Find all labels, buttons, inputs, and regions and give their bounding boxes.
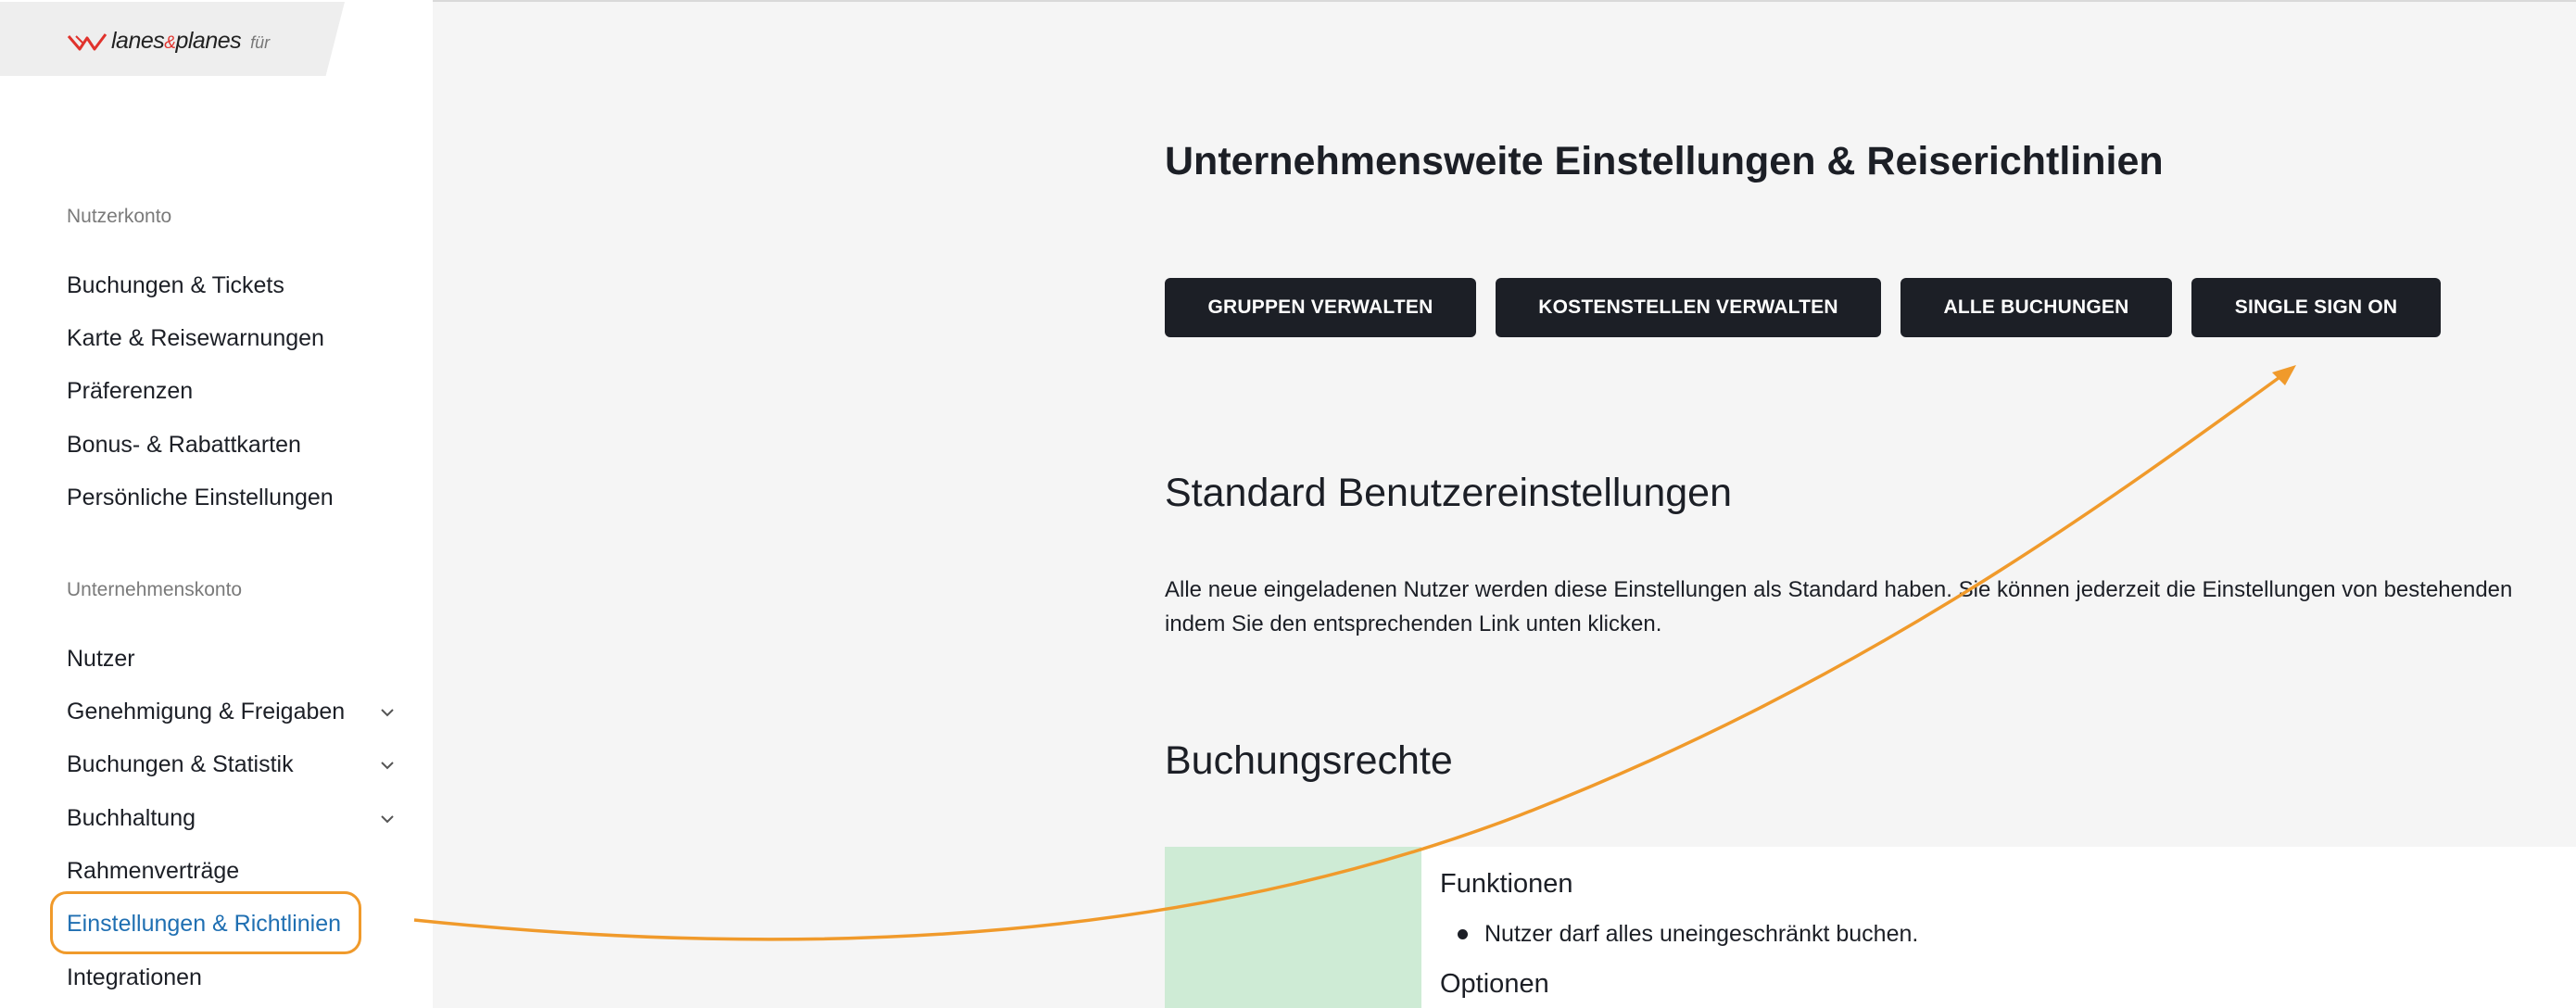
single-sign-on-button[interactable]: SINGLE SIGN ON (2191, 278, 2441, 337)
standard-settings-heading: Standard Benutzereinstellungen (1165, 471, 1732, 515)
sidebar: lanes&planes für Nutzerkonto Buchungen &… (0, 0, 433, 1008)
chevron-down-icon[interactable] (378, 703, 397, 722)
function-item-text: Nutzer darf alles uneingeschränkt buchen… (1484, 921, 1919, 947)
sidebar-item-integrationen[interactable]: Integrationen (67, 964, 400, 991)
booking-rights-heading: Buchungsrechte (1165, 738, 1453, 783)
sidebar-item-buchungen-tickets[interactable]: Buchungen & Tickets (67, 272, 400, 299)
sidebar-item-buchhaltung[interactable]: Buchhaltung (67, 805, 400, 832)
arrowhead-icon (2272, 365, 2296, 385)
brand-suffix: für (250, 33, 271, 52)
function-list-item: Nutzer darf alles uneingeschränkt buchen… (1458, 921, 1918, 948)
sidebar-item-genehmigung-freigaben[interactable]: Genehmigung & Freigaben (67, 699, 400, 725)
sidebar-item-label: Buchungen & Statistik (67, 751, 294, 777)
gruppen-verwalten-button[interactable]: GRUPPEN VERWALTEN (1165, 278, 1476, 337)
sidebar-item-label: Bonus- & Rabattkarten (67, 432, 301, 458)
sidebar-item-bonus-rabattkarten[interactable]: Bonus- & Rabattkarten (67, 432, 400, 459)
sidebar-item-label: Nutzer (67, 646, 135, 672)
bullet-icon (1458, 929, 1468, 939)
section-label-unternehmenskonto: Unternehmenskonto (67, 579, 243, 600)
functions-heading: Funktionen (1440, 869, 1573, 899)
description-line: indem Sie den entsprechenden Link unten … (1165, 611, 1662, 636)
sidebar-item-nutzer[interactable]: Nutzer (67, 646, 400, 673)
sidebar-item-label: Karte & Reisewarnungen (67, 325, 324, 351)
sidebar-item-label: Genehmigung & Freigaben (67, 699, 346, 724)
standard-settings-description: Alle neue eingeladenen Nutzer werden die… (1165, 573, 2576, 641)
logo-area[interactable]: lanes&planes für (0, 2, 345, 76)
options-heading: Optionen (1440, 969, 1549, 999)
booking-rights-card[interactable]: Funktionen Nutzer darf alles uneingeschr… (1165, 847, 2576, 1008)
sidebar-item-karte-reisewarnungen[interactable]: Karte & Reisewarnungen (67, 325, 400, 352)
sidebar-item-persoenliche-einstellungen[interactable]: Persönliche Einstellungen (67, 485, 400, 511)
chevron-down-icon[interactable] (378, 810, 397, 828)
sidebar-item-label: Präferenzen (67, 378, 194, 404)
sidebar-item-label: Integrationen (67, 964, 202, 990)
chevron-down-icon[interactable] (378, 756, 397, 775)
sidebar-item-rahmenvertraege[interactable]: Rahmenverträge (67, 858, 400, 885)
sidebar-item-label: Einstellungen & Richtlinien (67, 911, 342, 937)
sidebar-item-einstellungen-richtlinien[interactable]: Einstellungen & Richtlinien (67, 911, 400, 938)
sidebar-item-label: Buchungen & Tickets (67, 272, 284, 298)
card-color-strip (1165, 847, 1421, 1008)
kostenstellen-verwalten-button[interactable]: KOSTENSTELLEN VERWALTEN (1496, 278, 1881, 337)
description-line: Alle neue eingeladenen Nutzer werden die… (1165, 577, 2513, 602)
section-label-nutzerkonto: Nutzerkonto (67, 206, 172, 227)
sidebar-item-buchungen-statistik[interactable]: Buchungen & Statistik (67, 751, 400, 778)
sidebar-item-label: Persönliche Einstellungen (67, 485, 334, 510)
alle-buchungen-button[interactable]: ALLE BUCHUNGEN (1900, 278, 2172, 337)
sidebar-item-praeferenzen[interactable]: Präferenzen (67, 378, 400, 405)
brand-logo[interactable]: lanes&planes für (67, 28, 270, 55)
sidebar-item-label: Buchhaltung (67, 805, 196, 831)
brand-name: lanes&planes (111, 28, 242, 54)
brand-wings-icon (67, 32, 107, 50)
page-title: Unternehmensweite Einstellungen & Reiser… (1165, 139, 2164, 183)
sidebar-item-label: Rahmenverträge (67, 858, 240, 884)
